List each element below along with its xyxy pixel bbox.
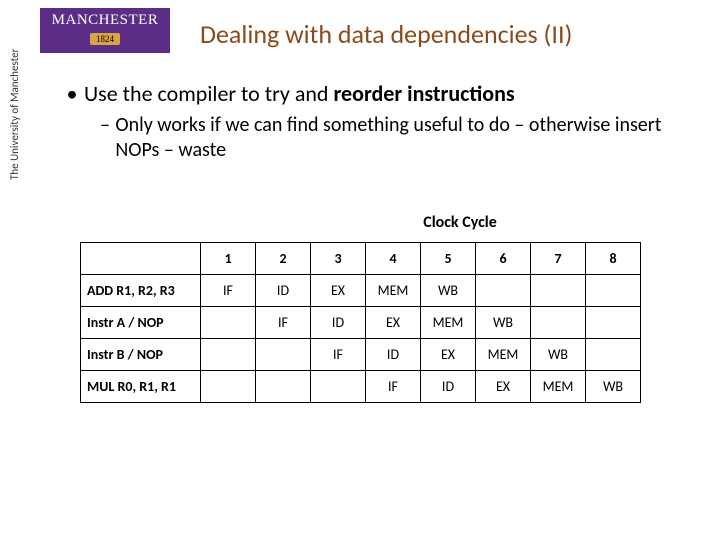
cell: EX <box>366 307 421 339</box>
institution-sidebar: The University of Manchester <box>8 49 21 180</box>
col-head: 1 <box>201 243 256 275</box>
cell <box>586 307 641 339</box>
cell: IF <box>201 275 256 307</box>
cell: MEM <box>476 339 531 371</box>
col-head: 6 <box>476 243 531 275</box>
corner-cell <box>81 243 201 275</box>
cell <box>476 275 531 307</box>
logo-name: MANCHESTER <box>40 12 170 29</box>
bullet-text: Use the compiler to try and reorder inst… <box>84 80 515 107</box>
cell <box>201 371 256 403</box>
row-label: Instr A / NOP <box>81 307 201 339</box>
row-label: Instr B / NOP <box>81 339 201 371</box>
table-row: ADD R1, R2, R3 IF ID EX MEM WB <box>81 275 641 307</box>
slide-body: • Use the compiler to try and reorder in… <box>60 80 680 403</box>
dash-icon: – <box>100 113 115 163</box>
cell: EX <box>421 339 476 371</box>
table-row: Instr A / NOP IF ID EX MEM WB <box>81 307 641 339</box>
cell: ID <box>256 275 311 307</box>
table-row: MUL R0, R1, R1 IF ID EX MEM WB <box>81 371 641 403</box>
cell <box>256 371 311 403</box>
cell: IF <box>256 307 311 339</box>
cell: ID <box>366 339 421 371</box>
table-header-row: 1 2 3 4 5 6 7 8 <box>81 243 641 275</box>
subbullet: – Only works if we can find something us… <box>100 113 680 163</box>
col-head: 8 <box>586 243 641 275</box>
cell: MEM <box>531 371 586 403</box>
row-label: MUL R0, R1, R1 <box>81 371 201 403</box>
cell: EX <box>311 275 366 307</box>
cell: IF <box>366 371 421 403</box>
clock-cycle-label: Clock Cycle <box>220 213 700 232</box>
cell: MEM <box>366 275 421 307</box>
bullet-bold: reorder instructions <box>333 80 514 107</box>
cell <box>586 275 641 307</box>
logo-year: 1824 <box>90 33 120 45</box>
cell: EX <box>476 371 531 403</box>
row-label: ADD R1, R2, R3 <box>81 275 201 307</box>
cell: ID <box>421 371 476 403</box>
cell: MEM <box>421 307 476 339</box>
cell <box>531 307 586 339</box>
subbullet-text: Only works if we can find something usef… <box>115 113 680 163</box>
manchester-logo: MANCHESTER 1824 <box>40 8 170 53</box>
cell: IF <box>311 339 366 371</box>
cell <box>311 371 366 403</box>
cell <box>586 339 641 371</box>
pipeline-table: 1 2 3 4 5 6 7 8 ADD R1, R2, R3 IF ID EX … <box>80 242 641 403</box>
col-head: 7 <box>531 243 586 275</box>
cell <box>256 339 311 371</box>
bullet-main: • Use the compiler to try and reorder in… <box>60 80 680 107</box>
bullet-dot-icon: • <box>60 80 84 107</box>
bullet-prefix: Use the compiler to try and <box>84 80 333 107</box>
cell: WB <box>531 339 586 371</box>
slide-title: Dealing with data dependencies (II) <box>200 18 572 50</box>
cell: WB <box>476 307 531 339</box>
cell <box>201 307 256 339</box>
col-head: 5 <box>421 243 476 275</box>
table-row: Instr B / NOP IF ID EX MEM WB <box>81 339 641 371</box>
cell <box>201 339 256 371</box>
col-head: 4 <box>366 243 421 275</box>
cell: ID <box>311 307 366 339</box>
col-head: 2 <box>256 243 311 275</box>
col-head: 3 <box>311 243 366 275</box>
cell: WB <box>586 371 641 403</box>
cell <box>531 275 586 307</box>
cell: WB <box>421 275 476 307</box>
